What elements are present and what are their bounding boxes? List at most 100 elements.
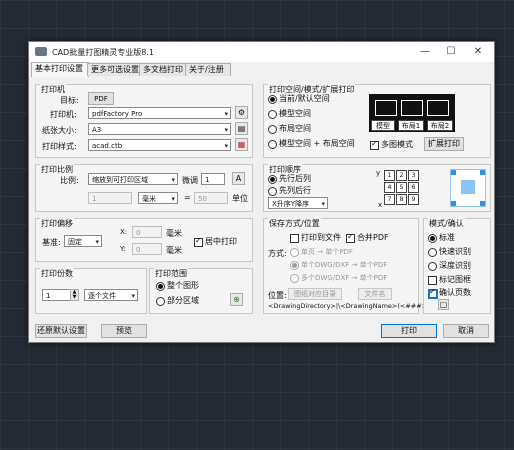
chevron-down-icon: ▾ xyxy=(321,200,325,208)
order-cell: 1 xyxy=(384,170,395,181)
print-range-group: 打印范围 整个图形 部分区域 ⊕ xyxy=(149,268,253,314)
mark-frame-checkbox[interactable]: 标记图框 xyxy=(428,275,471,285)
printer-label: 打印机: xyxy=(50,110,77,119)
order-position-picker[interactable] xyxy=(450,169,486,207)
save-location-group-title: 保存方式/位置 xyxy=(268,218,321,229)
paper-size-select[interactable]: A3 ▾ xyxy=(88,123,231,135)
space-current-radio[interactable]: 当前/默认空间 xyxy=(268,94,330,104)
confirm-pages-checkbox[interactable]: 确认页数 xyxy=(428,287,471,299)
mode-deep-radio[interactable]: 深度识别 xyxy=(428,261,471,271)
chevron-down-icon: ▾ xyxy=(224,110,228,118)
range-partial-radio[interactable]: 部分区域 xyxy=(156,296,199,306)
fine-tune-label: 微调 xyxy=(182,176,198,185)
tab-multi-doc[interactable]: 多文档打印 xyxy=(139,63,189,76)
chevron-down-icon: ▾ xyxy=(224,126,228,134)
offset-group-title: 打印偏移 xyxy=(40,218,74,229)
order-cell: 9 xyxy=(408,194,419,205)
center-print-checkbox[interactable]: 居中打印 xyxy=(194,236,237,247)
select-area-icon[interactable]: ⊕ xyxy=(230,293,243,306)
cancel-button[interactable]: 取消 xyxy=(443,324,489,338)
order-cell: 8 xyxy=(396,194,407,205)
scale-ratio-select[interactable]: 缩放到可打印区域 ▾ xyxy=(88,173,178,185)
pages-window-icon[interactable]: ▢ xyxy=(438,299,449,310)
method-single-dwg-radio[interactable]: 单个DWG/DXF → 单个PDF xyxy=(290,260,387,270)
paper-settings-icon[interactable]: ▤ xyxy=(235,122,248,135)
offset-y-label: Y: xyxy=(120,245,126,253)
scale-group-title: 打印比例 xyxy=(40,164,74,175)
copies-group-title: 打印份数 xyxy=(40,268,74,279)
copies-mode-select[interactable]: 逐个文件 ▾ xyxy=(84,289,138,301)
multi-drawing-checkbox[interactable]: 多图模式 xyxy=(370,139,413,150)
save-location-group: 保存方式/位置 打印到文件 合并PDF 方式: 单页 → 单个PDF 单个DWG… xyxy=(263,218,427,314)
location-label: 位置: xyxy=(268,291,287,300)
window-title: CAD批量打图精灵专业版8.1 xyxy=(52,48,154,57)
preview-button[interactable]: 预览 xyxy=(101,324,147,338)
order-axis-y: y xyxy=(376,169,381,177)
ratio-label: 比例: xyxy=(60,176,79,185)
merge-pdf-checkbox[interactable]: 合并PDF xyxy=(346,232,389,243)
maximize-button[interactable]: ☐ xyxy=(439,44,463,60)
style-edit-icon[interactable]: ▦ xyxy=(235,138,248,151)
restore-defaults-button[interactable]: 还原默认设置 xyxy=(35,324,87,338)
printer-group-title: 打印机 xyxy=(40,84,66,95)
tab-basic-print[interactable]: 基本打印设置 xyxy=(31,62,89,77)
scale-pick-icon[interactable]: Α xyxy=(232,172,245,185)
range-whole-radio[interactable]: 整个图形 xyxy=(156,281,199,291)
scale-left-input[interactable]: 1 xyxy=(88,192,132,204)
order-row-first-radio[interactable]: 先行后列 xyxy=(268,174,311,184)
save-path-text: <DrawingDirectory>|\<DrawingName>(<###> xyxy=(268,302,428,310)
scale-unit-select[interactable]: 毫米 ▾ xyxy=(138,192,178,204)
base-label: 基准: xyxy=(42,238,61,247)
method-multi-dwg-radio[interactable]: 多个DWG/DXF → 单个PDF xyxy=(290,273,387,283)
printer-select[interactable]: pdfFactory Pro ▾ xyxy=(88,107,231,119)
location-directory-button[interactable]: 图纸对应目录 xyxy=(288,288,342,300)
paper-size-label: 纸张大小: xyxy=(42,126,77,135)
scale-right-input[interactable]: 50 xyxy=(194,192,228,204)
equals-label: = xyxy=(184,193,191,202)
expand-print-button[interactable]: 扩展打印 xyxy=(424,137,464,151)
corner-marker xyxy=(451,201,456,206)
space-model-radio[interactable]: 模型空间 xyxy=(268,109,311,119)
chevron-down-icon: ▾ xyxy=(171,176,175,184)
copies-group: 打印份数 1 ▲ ▼ 逐个文件 ▾ xyxy=(35,268,147,314)
corner-marker xyxy=(480,201,485,206)
close-button[interactable]: ✕ xyxy=(466,44,490,60)
fine-tune-input[interactable]: 1 xyxy=(201,173,225,185)
scale-unit-value: 毫米 xyxy=(142,195,156,203)
space-layout-radio[interactable]: 布局空间 xyxy=(268,124,311,134)
preview-tab-layout1: 布局1 xyxy=(398,120,424,131)
scale-group: 打印比例 比例: 缩放到可打印区域 ▾ 微调 1 Α 1 毫米 ▾ = 50 单位 xyxy=(35,164,253,212)
order-col-first-radio[interactable]: 先列后行 xyxy=(268,186,311,196)
mode-standard-radio[interactable]: 标准 xyxy=(428,233,455,243)
offset-y-input[interactable]: 0 xyxy=(132,243,162,255)
printer-properties-icon[interactable]: ⚙ xyxy=(235,106,248,119)
app-window: CAD批量打图精灵专业版8.1 — ☐ ✕ 基本打印设置 更多可选设置 多文档打… xyxy=(28,41,495,343)
mode-quick-radio[interactable]: 快速识别 xyxy=(428,247,471,257)
tab-about[interactable]: 关于/注册 xyxy=(185,63,231,76)
chevron-down-icon: ▾ xyxy=(95,238,99,246)
offset-y-unit: 毫米 xyxy=(166,246,182,255)
target-label: 目标: xyxy=(60,96,79,105)
sort-order-select[interactable]: X升序Y降序 ▾ xyxy=(268,197,328,209)
print-to-file-checkbox[interactable]: 打印到文件 xyxy=(290,233,341,243)
offset-x-input[interactable]: 0 xyxy=(132,226,162,238)
copies-spinner[interactable]: ▲ ▼ xyxy=(70,289,79,301)
base-value: 固定 xyxy=(68,238,82,246)
copies-mode-value: 逐个文件 xyxy=(88,292,116,300)
print-style-select[interactable]: acad.ctb ▾ xyxy=(88,139,231,151)
method-single-page-radio[interactable]: 单页 → 单个PDF xyxy=(290,247,353,257)
target-pdf-button[interactable]: PDF xyxy=(88,92,114,105)
order-cell: 2 xyxy=(396,170,407,181)
paper-size-value: A3 xyxy=(92,126,102,134)
space-model-layout-radio[interactable]: 模型空间 + 布局空间 xyxy=(268,139,355,149)
tab-more-options[interactable]: 更多可选设置 xyxy=(87,63,143,76)
minimize-button[interactable]: — xyxy=(413,44,437,60)
preview-frame xyxy=(401,100,423,116)
printer-select-value: pdfFactory Pro xyxy=(92,110,143,118)
sort-order-value: X升序Y降序 xyxy=(272,200,310,208)
base-select[interactable]: 固定 ▾ xyxy=(64,235,102,247)
filename-button[interactable]: 文件名 xyxy=(358,288,392,300)
print-button[interactable]: 打印 xyxy=(381,324,437,338)
print-style-label: 打印样式: xyxy=(42,142,77,151)
offset-group: 打印偏移 基准: 固定 ▾ X: 0 毫米 Y: 0 毫米 居中打印 xyxy=(35,218,253,262)
